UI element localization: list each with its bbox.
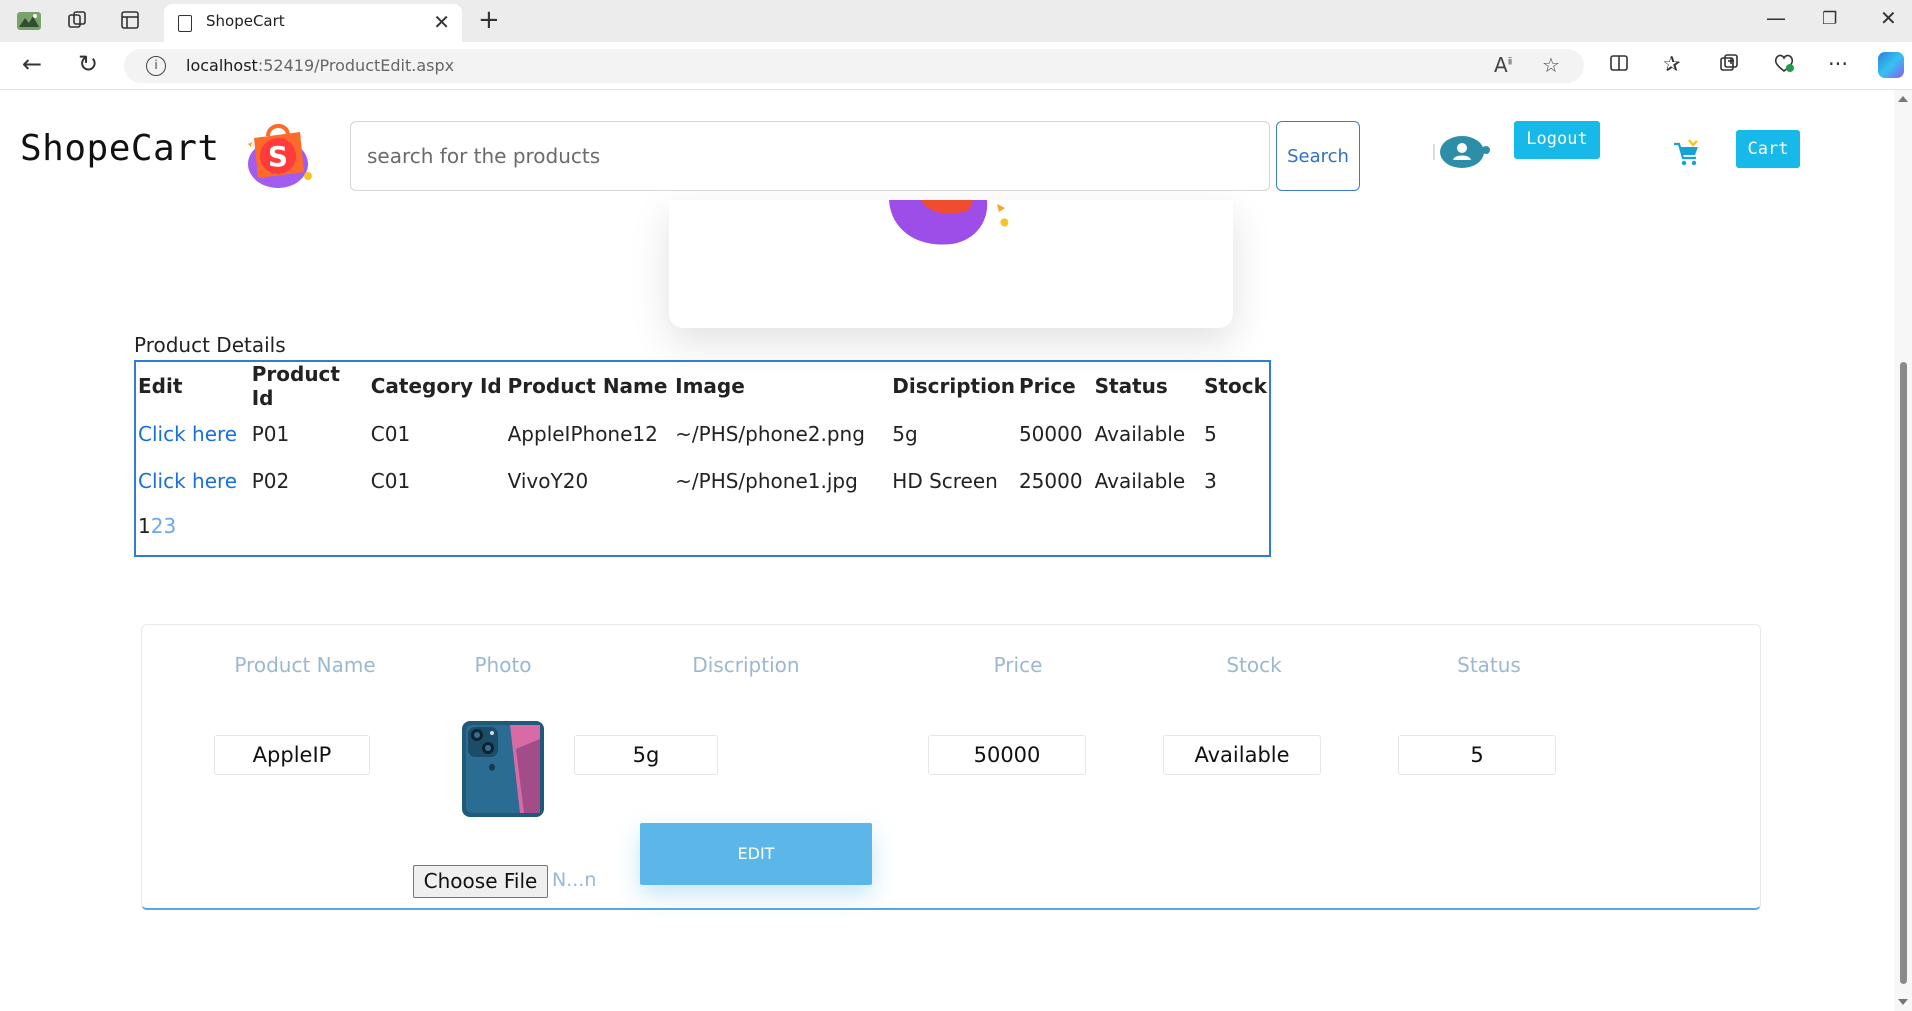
page-viewport: ShopeCart S Search Logout Cart	[0, 90, 1894, 1011]
tab-title: ShopeCart	[206, 12, 285, 30]
edit-link[interactable]: Click here	[138, 469, 237, 493]
column-header: Product Id	[251, 362, 340, 410]
scrollbar-thumb[interactable]	[1900, 362, 1907, 984]
search-button[interactable]: Search	[1276, 121, 1360, 191]
search-input[interactable]	[350, 121, 1270, 191]
pager-current-page: 1	[138, 514, 151, 538]
restore-icon[interactable]: ❐	[1822, 9, 1837, 29]
column-header: Category Id	[370, 374, 502, 398]
product-name-cell: AppleIPhone12	[507, 421, 658, 446]
column-header: Price	[1018, 374, 1076, 398]
product-name-header: Product Name	[234, 653, 376, 677]
scroll-up-icon[interactable]	[1898, 96, 1908, 102]
edit-button[interactable]: EDIT	[640, 823, 872, 885]
column-header: Status	[1094, 374, 1168, 398]
product-id-cell: P02	[251, 468, 290, 493]
tab-shopecart[interactable]: ShopeCart ✕	[164, 4, 462, 42]
collections-icon[interactable]	[1718, 52, 1740, 79]
close-tab-icon[interactable]: ✕	[433, 10, 450, 34]
shopecart-logo-icon: S	[248, 124, 312, 188]
product-details-table: Edit Product Id Category Id Product Name…	[134, 360, 1271, 557]
scroll-down-icon[interactable]	[1898, 999, 1908, 1005]
logout-button[interactable]: Logout	[1514, 121, 1600, 159]
status-field[interactable]: 5	[1398, 735, 1556, 775]
workspaces-icon[interactable]	[65, 9, 89, 33]
description-field[interactable]: 5g	[574, 735, 718, 775]
description-cell: 5g	[892, 421, 918, 446]
table-header-row: Edit Product Id Category Id Product Name…	[136, 362, 1269, 410]
table-row: Click here P02 C01 VivoY20 ~/PHS/phone1.…	[136, 457, 1269, 504]
refresh-icon[interactable]: ↻	[78, 50, 98, 78]
price-header: Price	[993, 653, 1043, 677]
tab-actions-icon[interactable]	[118, 9, 142, 33]
brand-title: ShopeCart	[20, 128, 220, 169]
stock-cell: 3	[1204, 468, 1217, 493]
cart-button[interactable]: Cart	[1736, 130, 1800, 168]
browser-tabbar: ShopeCart ✕ + — ❐ ✕	[0, 0, 1912, 42]
description-header: Discription	[692, 653, 800, 677]
price-cell: 25000	[1018, 468, 1083, 493]
edit-product-card: Product Name Photo Discription Price Sto…	[141, 624, 1761, 910]
edit-link[interactable]: Click here	[138, 422, 237, 446]
pager-page-link[interactable]: 3	[163, 514, 176, 538]
favorite-star-icon[interactable]: ☆	[1542, 53, 1560, 77]
vertical-scrollbar[interactable]	[1894, 90, 1912, 1011]
favorites-icon[interactable]: ✰	[1663, 52, 1681, 76]
product-photo	[462, 721, 544, 817]
pager-page-link[interactable]: 2	[151, 514, 164, 538]
user-account-icon[interactable]	[1432, 134, 1492, 170]
column-header: Image	[675, 374, 745, 398]
no-file-label: N...n	[552, 869, 597, 891]
site-info-icon[interactable]: i	[146, 56, 166, 76]
copilot-icon[interactable]	[1878, 52, 1904, 78]
status-cell: Available	[1094, 468, 1186, 493]
category-id-cell: C01	[370, 468, 411, 493]
pager: 123	[138, 514, 176, 538]
document-icon	[178, 15, 192, 32]
photo-header: Photo	[474, 653, 532, 677]
price-cell: 50000	[1018, 421, 1083, 446]
product-name-field[interactable]: AppleIP	[214, 735, 370, 775]
more-options-icon[interactable]: ···	[1828, 52, 1848, 76]
choose-file-button[interactable]: Choose File	[413, 865, 548, 898]
stock-cell: 5	[1204, 421, 1217, 446]
stock-header: Stock	[1226, 653, 1282, 677]
product-name-cell: VivoY20	[507, 468, 589, 493]
image-path-cell: ~/PHS/phone2.png	[675, 421, 865, 446]
svg-text:S: S	[268, 140, 288, 173]
column-header: Product Name	[507, 374, 668, 398]
status-cell: Available	[1094, 421, 1186, 446]
price-field[interactable]: 50000	[928, 735, 1086, 775]
category-id-cell: C01	[370, 421, 411, 446]
column-header: Discription	[892, 374, 1015, 398]
column-header: Stock	[1204, 374, 1267, 398]
product-id-cell: P01	[251, 421, 290, 446]
image-path-cell: ~/PHS/phone1.jpg	[675, 468, 858, 493]
popup-logo-icon	[889, 200, 1009, 245]
popup-card	[669, 200, 1233, 328]
browser-essentials-icon[interactable]	[1772, 52, 1796, 79]
shopping-cart-icon[interactable]	[1672, 138, 1702, 168]
description-cell: HD Screen	[892, 468, 998, 493]
url-bar[interactable]: i localhost:52419/ProductEdit.aspx Aⅱ ☆	[124, 49, 1584, 83]
close-window-icon[interactable]: ✕	[1880, 6, 1897, 30]
read-aloud-icon[interactable]: Aⅱ	[1494, 53, 1512, 77]
stock-field[interactable]: Available	[1163, 735, 1321, 775]
profile-avatar-icon[interactable]	[15, 9, 41, 33]
split-screen-icon[interactable]	[1608, 52, 1630, 79]
back-icon[interactable]: ←	[22, 50, 42, 78]
url-text: localhost:52419/ProductEdit.aspx	[186, 56, 455, 75]
new-tab-icon[interactable]: +	[478, 5, 500, 35]
address-toolbar: ← ↻ i localhost:52419/ProductEdit.aspx A…	[0, 42, 1912, 90]
minimize-icon[interactable]: —	[1766, 6, 1786, 30]
column-header: Edit	[138, 374, 183, 398]
product-details-caption: Product Details	[134, 333, 286, 357]
status-header: Status	[1457, 653, 1521, 677]
table-row: Click here P01 C01 AppleIPhone12 ~/PHS/p…	[136, 410, 1269, 457]
